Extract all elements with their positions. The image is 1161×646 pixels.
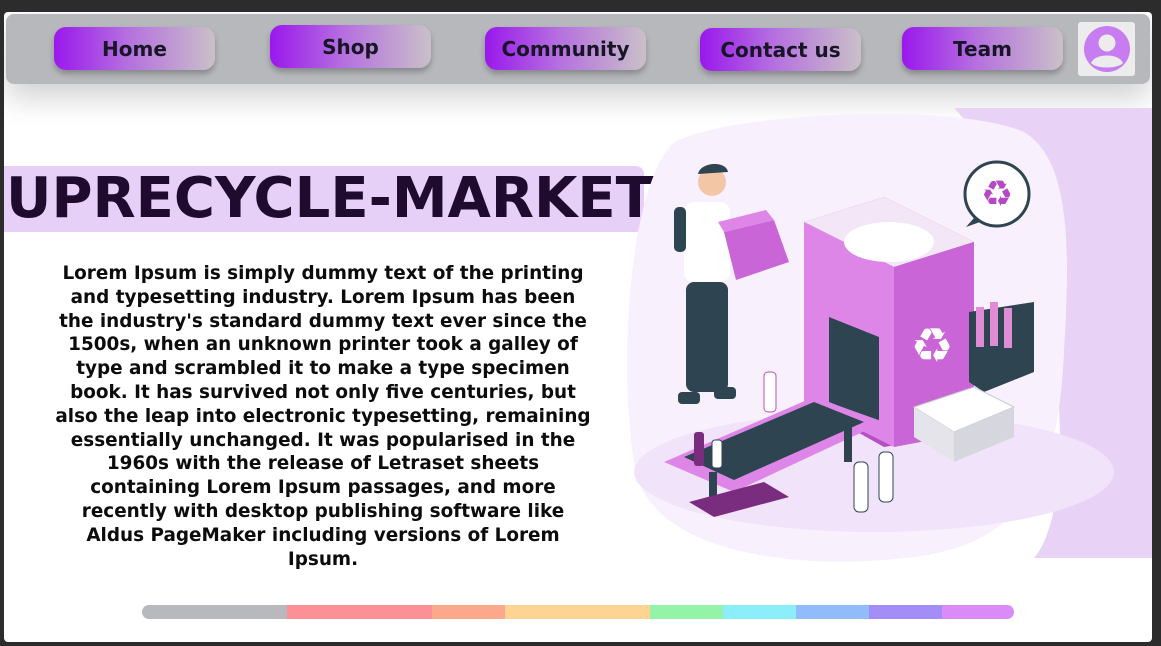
- nav-team-button[interactable]: Team: [902, 27, 1063, 70]
- nav-home-button[interactable]: Home: [54, 27, 215, 70]
- nav-contact-button[interactable]: Contact us: [700, 28, 861, 71]
- avatar[interactable]: [1078, 22, 1135, 76]
- page: Home Shop Community Contact us Team UPRE…: [4, 12, 1152, 642]
- page-title: UPRECYCLE-MARKET: [6, 166, 654, 231]
- svg-text:♻: ♻: [910, 318, 953, 374]
- nav-community-button[interactable]: Community: [485, 27, 646, 70]
- nav-shop-button[interactable]: Shop: [270, 25, 431, 68]
- svg-text:♻: ♻: [981, 174, 1013, 215]
- hero-description: Lorem Ipsum is simply dummy text of the …: [55, 263, 591, 570]
- color-stripe: [142, 605, 1014, 619]
- recycling-worker-illustration: ♻ ♻: [627, 108, 1152, 562]
- navbar: Home Shop Community Contact us Team: [6, 14, 1150, 84]
- user-avatar-icon: [1083, 26, 1130, 72]
- recycle-icon: ♻: [963, 160, 1031, 228]
